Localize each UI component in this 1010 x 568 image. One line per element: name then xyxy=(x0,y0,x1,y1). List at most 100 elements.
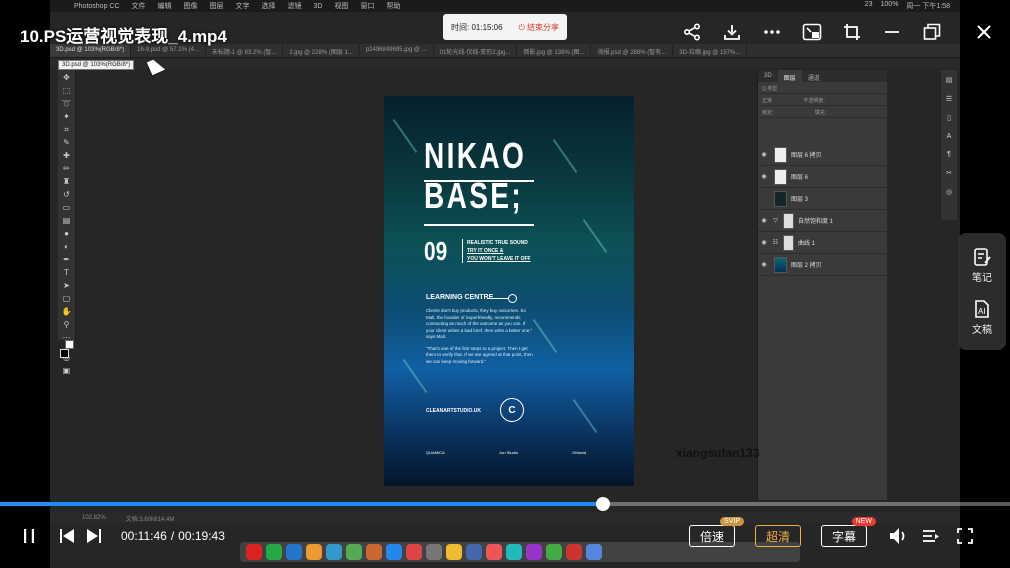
layer-row[interactable]: 图层 3 xyxy=(758,188,887,210)
ps-tab-5[interactable]: 01轮光线-仅线-变形2.jpg... xyxy=(434,44,518,57)
layer-kind-filter[interactable]: Q 类型 xyxy=(758,82,887,94)
marquee-tool-icon[interactable]: ⬚ xyxy=(61,87,73,95)
shape-tool-icon[interactable]: ▢ xyxy=(61,295,73,303)
video-progress-bar[interactable] xyxy=(0,497,1010,511)
zoom-tool-icon[interactable]: ⚲ xyxy=(61,321,73,329)
current-time: 00:11:46 xyxy=(121,529,167,543)
gradient-tool-icon[interactable]: ▤ xyxy=(61,217,73,225)
quality-button[interactable]: 超清 xyxy=(755,525,801,547)
ps-tab-4[interactable]: p2496849695.jpg @ ... xyxy=(360,44,434,57)
visibility-eye-icon[interactable]: ◉ xyxy=(758,239,770,246)
menu-image[interactable]: 图像 xyxy=(184,1,198,11)
visibility-eye-icon[interactable]: ◉ xyxy=(758,217,770,224)
playback-speed-button[interactable]: 倍速 SVIP xyxy=(689,517,744,547)
eyedropper-tool-icon[interactable]: ✎ xyxy=(61,139,73,147)
poster-title-line1: NIKAO xyxy=(424,135,527,176)
menu-edit[interactable]: 编辑 xyxy=(158,1,172,11)
poster-footer-1: QUAMICA xyxy=(426,450,445,455)
more-options-icon[interactable] xyxy=(752,20,792,44)
menu-select[interactable]: 选择 xyxy=(262,1,276,11)
picture-in-picture-icon[interactable] xyxy=(792,20,832,44)
healing-tool-icon[interactable]: ✚ xyxy=(61,152,73,160)
visibility-eye-icon[interactable]: ◉ xyxy=(758,151,770,158)
menu-layer[interactable]: 图层 xyxy=(210,1,224,11)
notes-button[interactable]: 笔记 xyxy=(972,247,992,284)
volume-button[interactable] xyxy=(886,518,912,554)
close-icon[interactable] xyxy=(970,20,998,44)
screen-mode-icon[interactable]: ▣ xyxy=(61,367,73,375)
fullscreen-button[interactable] xyxy=(952,518,978,554)
poster-footer: QUAMICA Jon Studio DMaxid xyxy=(426,450,586,455)
poster-section-dot xyxy=(508,294,517,303)
lasso-tool-icon[interactable]: ➰ xyxy=(61,100,73,108)
paragraph-panel-icon[interactable]: ¶ xyxy=(947,151,951,158)
crop-icon[interactable] xyxy=(832,20,872,44)
menu-window[interactable]: 窗口 xyxy=(360,1,374,11)
move-tool-icon[interactable]: ✥ xyxy=(61,74,73,82)
tools-panel-icon[interactable]: ✂ xyxy=(946,169,952,177)
share-icon[interactable] xyxy=(672,20,712,44)
menu-file[interactable]: 文件 xyxy=(132,1,146,11)
hand-tool-icon[interactable]: ✋ xyxy=(61,308,73,316)
background-color[interactable] xyxy=(64,340,74,349)
dodge-tool-icon[interactable]: ◐ xyxy=(61,243,73,251)
eraser-tool-icon[interactable]: ▭ xyxy=(61,204,73,212)
pause-button[interactable] xyxy=(14,518,44,554)
menu-type[interactable]: 文字 xyxy=(236,1,250,11)
visibility-eye-icon[interactable]: ◉ xyxy=(758,261,770,268)
minimize-icon[interactable] xyxy=(872,20,912,44)
layer-row[interactable]: ◉ 图层 2 拷贝 xyxy=(758,254,887,276)
poster-number: 09 xyxy=(424,236,448,266)
history-brush-icon[interactable]: ↺ xyxy=(61,191,73,199)
panel-tab-3d[interactable]: 3D xyxy=(758,70,778,82)
ps-layers-panel: 3D 图层 通道 Q 类型 正常 不透明度: 锁定: 填充: ◉ 图层 6 拷贝… xyxy=(757,70,887,500)
download-icon[interactable] xyxy=(712,20,752,44)
previous-button[interactable] xyxy=(56,518,78,554)
brush-tool-icon[interactable]: ✏ xyxy=(61,165,73,173)
foreground-color[interactable] xyxy=(59,349,69,358)
menu-help[interactable]: 帮助 xyxy=(386,1,400,11)
next-button[interactable] xyxy=(83,518,105,554)
blend-mode-select[interactable]: 正常 xyxy=(762,98,772,104)
stamp-tool-icon[interactable]: ♜ xyxy=(61,178,73,186)
menu-view[interactable]: 视图 xyxy=(334,1,348,11)
crop-tool-icon[interactable]: ⌗ xyxy=(61,126,73,134)
blur-tool-icon[interactable]: ● xyxy=(61,230,73,238)
playlist-button[interactable] xyxy=(918,518,944,554)
ps-tab-7[interactable]: 海报.psd @ 288% (智有... xyxy=(591,44,674,57)
app-menu[interactable]: Photoshop CC xyxy=(74,3,120,10)
history-panel-icon[interactable]: ▤ xyxy=(946,76,953,84)
total-duration: 00:19:43 xyxy=(178,529,225,543)
layer-row[interactable]: ◉ 图层 6 拷贝 xyxy=(758,144,887,166)
panel-tab-layers[interactable]: 图层 xyxy=(777,70,802,82)
menu-3d[interactable]: 3D xyxy=(314,3,323,10)
layer-thumbnail xyxy=(774,146,787,163)
fullscreen-icon xyxy=(957,528,973,544)
type-tool-icon[interactable]: T xyxy=(61,269,73,277)
video-progress-knob[interactable] xyxy=(595,497,610,511)
end-share-button[interactable]: ⏻ 结束分享 xyxy=(518,22,559,33)
adjust-panel-icon[interactable]: ☰ xyxy=(946,95,952,103)
layer-name: 图层 3 xyxy=(791,197,809,203)
subtitle-button[interactable]: 字幕 NEW xyxy=(821,517,876,547)
ps-tab-8[interactable]: 3D-拉缩.jpg @ 157%... xyxy=(673,44,748,57)
path-select-icon[interactable]: ➤ xyxy=(61,282,73,290)
menu-filter[interactable]: 滤镜 xyxy=(288,1,302,11)
magic-wand-icon[interactable]: ✦ xyxy=(61,113,73,121)
transcript-button[interactable]: AI 文稿 xyxy=(972,299,992,336)
poster-section-title: LEARNING CENTRE xyxy=(426,294,494,301)
layer-row[interactable]: ◉ 图层 6 xyxy=(758,166,887,188)
libraries-panel-icon[interactable]: ◎ xyxy=(946,188,952,196)
macos-menubar: Photoshop CC 文件 编辑 图像 图层 文字 选择 滤镜 3D 视图 … xyxy=(50,0,960,12)
visibility-eye-icon[interactable]: ◉ xyxy=(758,173,770,180)
ps-tab-3[interactable]: 2.jpg @ 228% (图层 1... xyxy=(283,44,360,57)
properties-panel-icon[interactable]: ▯ xyxy=(947,114,951,122)
panel-tab-channels[interactable]: 通道 xyxy=(802,70,826,82)
character-panel-icon[interactable]: A xyxy=(947,133,952,140)
layer-row[interactable]: ◉ ☷ 曲线 1 xyxy=(758,232,887,254)
pen-tool-icon[interactable]: ✒ xyxy=(61,256,73,264)
layer-row[interactable]: ◉ ▽ 自然饱和度 1 xyxy=(758,210,887,232)
ps-tab-6[interactable]: 倒影.jpg @ 138% (图... xyxy=(517,44,592,57)
vibrance-adjust-icon: ▽ xyxy=(773,218,778,224)
restore-window-icon[interactable] xyxy=(912,20,952,44)
